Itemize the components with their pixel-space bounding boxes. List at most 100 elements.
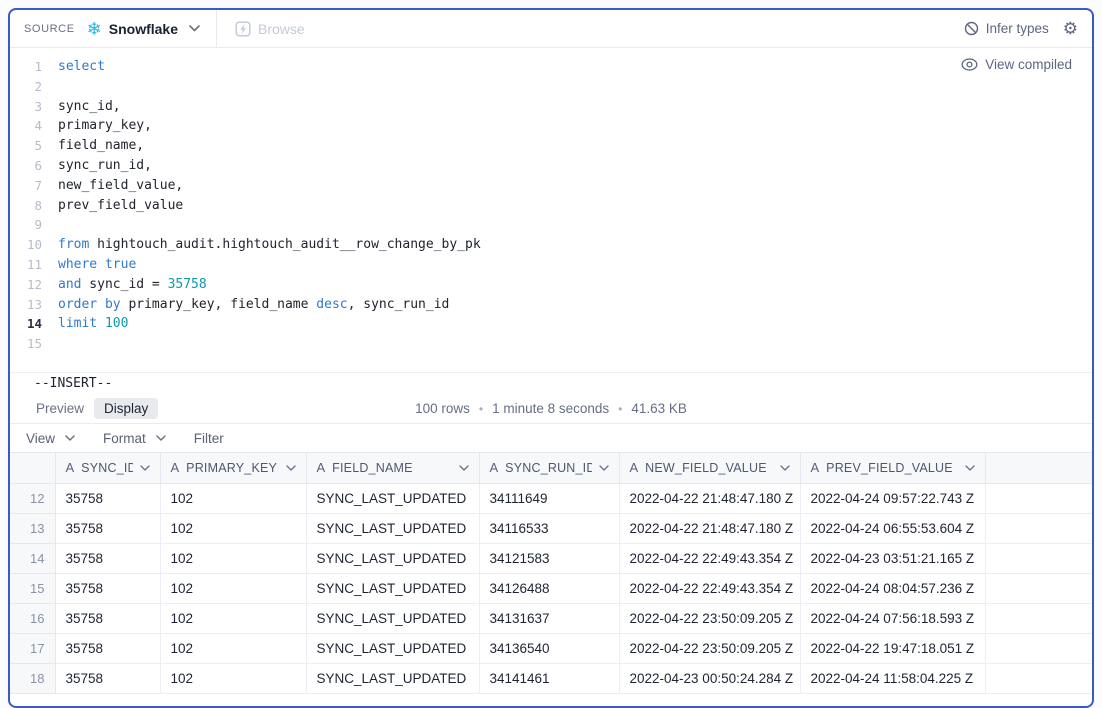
table-cell[interactable]: 2022-04-22 21:48:47.180 Z [619,513,800,543]
chevron-down-icon[interactable] [459,465,469,471]
gear-icon: ⚙ [1063,19,1078,38]
table-cell[interactable]: 2022-04-23 03:51:21.165 Z [800,543,985,573]
table-cell[interactable]: 2022-04-22 23:50:09.205 Z [619,603,800,633]
table-cell[interactable]: 2022-04-22 22:49:43.354 Z [619,573,800,603]
chevron-down-icon[interactable] [780,465,790,471]
code-text: and sync_id = 35758 [42,275,207,295]
column-header-sync-id[interactable]: ASYNC_ID [55,453,160,483]
line-number: 4 [10,116,42,136]
browse-icon [235,21,251,37]
code-lines: 1select23sync_id,4primary_key,5field_nam… [10,57,1092,354]
string-type-icon: A [490,460,499,475]
table-cell[interactable]: SYNC_LAST_UPDATED [306,513,479,543]
code-text [42,334,58,354]
table-cell[interactable]: 2022-04-22 22:49:43.354 Z [619,543,800,573]
chevron-down-icon[interactable] [140,465,150,471]
result-stats: 100 rows • 1 minute 8 seconds • 41.63 KB [415,401,687,416]
table-cell[interactable]: 35758 [55,543,160,573]
table-cell[interactable]: 35758 [55,663,160,693]
column-header-new-field-value[interactable]: ANEW_FIELD_VALUE [619,453,800,483]
table-cell[interactable]: 34121583 [479,543,619,573]
row-number: 12 [10,483,55,513]
table-cell[interactable]: 102 [160,663,306,693]
chevron-down-icon[interactable] [599,465,609,471]
table-cell[interactable]: 34131637 [479,603,619,633]
code-line: 11where true [10,255,1092,275]
table-cell[interactable]: 34126488 [479,573,619,603]
table-cell[interactable]: SYNC_LAST_UPDATED [306,483,479,513]
column-header-primary-key[interactable]: APRIMARY_KEY [160,453,306,483]
table-cell[interactable]: 102 [160,573,306,603]
code-text: limit 100 [42,314,128,334]
table-cell[interactable]: 102 [160,633,306,663]
table-row: 1735758102SYNC_LAST_UPDATED341365402022-… [10,633,1092,663]
line-number: 9 [10,215,42,235]
table-cell[interactable]: 35758 [55,633,160,663]
column-name: SYNC_RUN_ID [505,461,591,475]
filter-button[interactable]: Filter [194,431,224,446]
table-cell[interactable]: SYNC_LAST_UPDATED [306,633,479,663]
format-dropdown[interactable]: Format [103,431,166,446]
table-cell[interactable]: 2022-04-24 07:56:18.593 Z [800,603,985,633]
row-number: 16 [10,603,55,633]
table-cell[interactable]: 2022-04-22 23:50:09.205 Z [619,633,800,663]
sql-editor[interactable]: 1select23sync_id,4primary_key,5field_nam… [10,48,1092,372]
results-tabs: Preview Display 100 rows • 1 minute 8 se… [10,394,1092,424]
table-cell[interactable]: 34136540 [479,633,619,663]
column-name: PRIMARY_KEY [186,461,278,475]
tab-preview[interactable]: Preview [26,398,94,419]
settings-button[interactable]: ⚙ [1063,20,1078,37]
table-cell[interactable]: 35758 [55,603,160,633]
column-header-field-name[interactable]: AFIELD_NAME [306,453,479,483]
view-compiled-button[interactable]: View compiled [961,57,1072,72]
results-toolbar: View Format Filter [10,424,1092,453]
table-row: 1835758102SYNC_LAST_UPDATED341414612022-… [10,663,1092,693]
trailing-cell [985,603,1092,633]
tab-display[interactable]: Display [94,398,158,419]
stat-duration: 1 minute 8 seconds [492,401,609,416]
table-cell[interactable]: 34116533 [479,513,619,543]
trailing-cell [985,663,1092,693]
column-name: PREV_FIELD_VALUE [826,461,957,475]
table-cell[interactable]: 2022-04-22 21:48:47.180 Z [619,483,800,513]
code-text: select [42,57,105,77]
table-cell[interactable]: 35758 [55,513,160,543]
table-cell[interactable]: 102 [160,603,306,633]
chevron-down-icon[interactable] [286,465,296,471]
infer-types-button[interactable]: Infer types [964,21,1049,36]
line-number: 15 [10,334,42,354]
table-cell[interactable]: 35758 [55,573,160,603]
table-cell[interactable]: 2022-04-24 11:58:04.225 Z [800,663,985,693]
table-cell[interactable]: SYNC_LAST_UPDATED [306,603,479,633]
table-cell[interactable]: 2022-04-24 08:04:57.236 Z [800,573,985,603]
slashed-circle-icon [964,21,979,36]
table-cell[interactable]: 2022-04-23 00:50:24.284 Z [619,663,800,693]
table-cell[interactable]: 102 [160,483,306,513]
table-cell[interactable]: SYNC_LAST_UPDATED [306,573,479,603]
view-dropdown[interactable]: View [26,431,75,446]
table-cell[interactable]: 34111649 [479,483,619,513]
column-header-sync-run-id[interactable]: A SYNC_RUN_ID [479,453,619,483]
table-cell[interactable]: 34141461 [479,663,619,693]
code-text: primary_key, [42,116,152,136]
table-cell[interactable]: SYNC_LAST_UPDATED [306,663,479,693]
chevron-down-icon [65,435,75,441]
table-cell[interactable]: 2022-04-22 19:47:18.051 Z [800,633,985,663]
line-number: 10 [10,235,42,255]
source-selector[interactable]: ❄ Snowflake [87,20,200,38]
format-dropdown-label: Format [103,431,146,446]
chevron-down-icon[interactable] [965,465,975,471]
source-name: Snowflake [109,21,178,37]
browse-button[interactable]: Browse [235,21,305,37]
table-cell[interactable]: 2022-04-24 06:55:53.604 Z [800,513,985,543]
table-cell[interactable]: 102 [160,513,306,543]
table-cell[interactable]: 2022-04-24 09:57:22.743 Z [800,483,985,513]
trailing-cell [985,483,1092,513]
line-number: 8 [10,196,42,216]
chevron-down-icon [156,435,166,441]
column-header-prev-field-value[interactable]: APREV_FIELD_VALUE [800,453,985,483]
table-cell[interactable]: 102 [160,543,306,573]
vim-mode-text: --INSERT-- [34,376,112,391]
table-cell[interactable]: 35758 [55,483,160,513]
table-cell[interactable]: SYNC_LAST_UPDATED [306,543,479,573]
